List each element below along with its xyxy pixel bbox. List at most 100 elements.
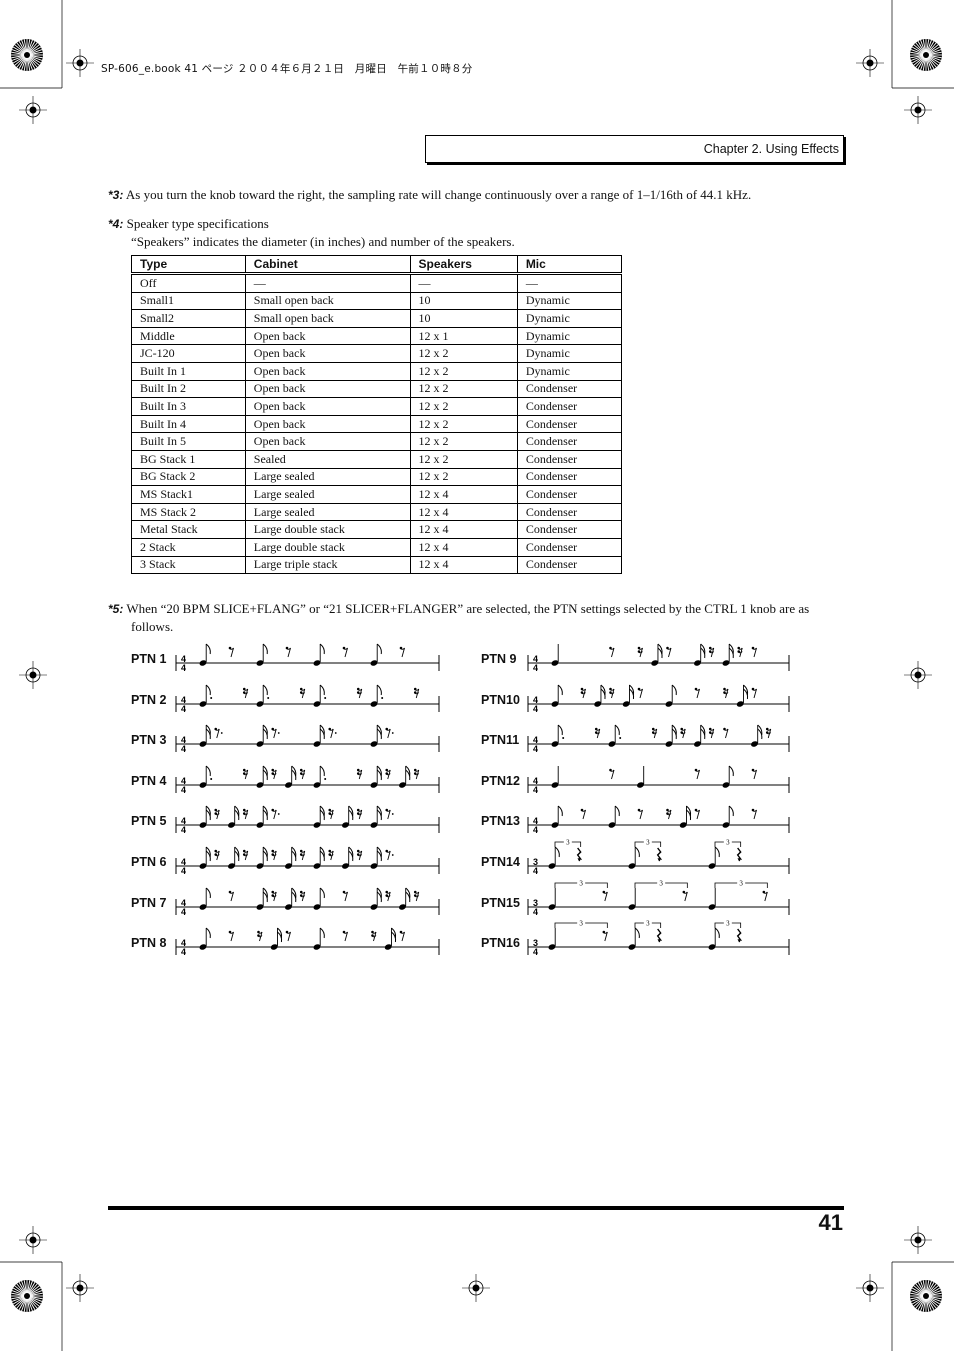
table-cell: Large double stack: [244, 538, 411, 557]
chapter-header: Chapter 2. Using Effects: [425, 135, 844, 163]
rest-mark: [751, 768, 757, 779]
footer-rule: [108, 1206, 844, 1210]
rest-mark: [594, 727, 601, 739]
rest-mark: [602, 890, 608, 901]
rest-mark: [271, 890, 277, 901]
rest-mark: [385, 849, 394, 861]
rest-mark: [737, 646, 743, 658]
registration-mark-icon: [19, 661, 47, 689]
footnote-text: Speaker type specifications: [126, 216, 269, 231]
table-row: 3 Stack Large triple stack 12 x 4 Condenser: [131, 556, 623, 575]
rest-mark: [299, 849, 306, 861]
registration-mark-icon: [66, 49, 94, 77]
note-flag: [714, 927, 720, 939]
note-mark: [548, 887, 556, 910]
ptn-label: PTN 3: [131, 733, 167, 748]
footnote-3: *3: As you turn the knob toward the righ…: [108, 186, 751, 204]
table-cell: Large sealed: [244, 503, 411, 522]
table-cell: 2 Stack: [131, 538, 246, 557]
rhythm-staff: 44: [175, 846, 440, 876]
dot: [277, 813, 280, 816]
rest-mark: [214, 727, 223, 739]
time-signature-bottom: 4: [181, 663, 186, 673]
table-cell: Condenser: [516, 380, 623, 399]
registration-mark-icon: [66, 1274, 94, 1302]
dot: [391, 854, 394, 856]
table-cell: 12 x 4: [409, 503, 518, 522]
ptn-label: PTN16: [481, 936, 520, 951]
quarter-rest: [656, 928, 663, 943]
rhythm-staff: 343 3 3: [527, 839, 790, 876]
rest-mark: [214, 849, 220, 861]
table-row: BG Stack 2 Large sealed 12 x 2 Condenser: [131, 468, 623, 487]
table-cell: Condenser: [516, 538, 623, 557]
note-flag: [671, 684, 677, 695]
rest-mark: [271, 727, 280, 739]
dot: [562, 737, 565, 740]
dot: [391, 813, 394, 816]
table-cell: BG Stack 2: [131, 468, 246, 487]
registration-mark-icon: [856, 49, 884, 77]
dot: [381, 696, 384, 699]
table-cell: Open back: [244, 432, 411, 451]
rest-mark: [257, 930, 263, 942]
time-signature-bottom: 4: [181, 866, 186, 876]
note-flag: [557, 724, 563, 736]
rest-mark: [682, 890, 688, 901]
rest-mark: [328, 849, 334, 861]
rest-mark: [723, 687, 729, 698]
table-cell: Condenser: [516, 468, 623, 487]
rest-mark: [371, 930, 377, 942]
rest-mark: [228, 930, 234, 942]
tuplet-number: 3: [646, 920, 650, 928]
rhythm-staff: 44: [175, 806, 440, 835]
rest-mark: [271, 768, 277, 779]
time-signature-bottom: 4: [181, 907, 186, 917]
ptn-label: PTN 6: [131, 855, 167, 869]
note-flag: [557, 684, 563, 695]
ptn-label: PTN12: [481, 773, 520, 788]
table-row: Built In 1 Open back 12 x 2 Dynamic: [131, 362, 623, 381]
rest-mark: [356, 768, 363, 779]
rest-mark: [385, 768, 391, 779]
table-cell: Built In 2: [131, 380, 246, 399]
column-header: Cabinet: [244, 255, 411, 275]
note-flag: [714, 846, 720, 858]
tuplet-number: 3: [579, 879, 583, 887]
tuplet-number: 3: [646, 839, 650, 847]
dot: [619, 737, 622, 740]
table-cell: MS Stack1: [131, 485, 246, 504]
table-row: Built In 2 Open back 12 x 2 Condenser: [131, 380, 623, 399]
rest-mark: [637, 809, 643, 820]
table-cell: Dynamic: [516, 362, 623, 381]
rest-mark: [356, 687, 363, 698]
table-cell: 12 x 2: [409, 397, 518, 416]
sunburst-target-icon: [910, 39, 942, 71]
rest-mark: [765, 727, 772, 739]
registration-mark-icon: [904, 96, 932, 124]
table-cell: Off: [131, 273, 246, 293]
rest-mark: [680, 727, 686, 739]
footnote-4: *4: Speaker type specifications: [108, 215, 269, 233]
footnote-text: As you turn the knob toward the right, t…: [125, 187, 752, 202]
rest-mark: [242, 687, 249, 698]
dot: [277, 732, 280, 735]
rest-mark: [666, 809, 672, 820]
rest-mark: [637, 687, 643, 698]
time-signature-bottom: 4: [533, 704, 538, 714]
ptn-label: PTN 2: [131, 692, 167, 707]
time-signature-bottom: 4: [533, 866, 538, 876]
speaker-type-table: Type Cabinet Speakers Mic Off — — — Small1 Small…: [131, 255, 623, 575]
table-cell: Small open back: [244, 309, 411, 328]
rest-mark: [399, 646, 405, 658]
note-mark: [628, 887, 636, 910]
table-cell: 12 x 1: [409, 327, 518, 346]
table-row: BG Stack 1 Sealed 12 x 2 Condenser: [131, 450, 623, 469]
note-mark: [637, 765, 645, 788]
table-row: Metal Stack Large double stack 12 x 4 Conde…: [131, 520, 623, 539]
rhythm-staff: 44: [175, 684, 440, 714]
rest-mark: [694, 687, 700, 698]
rest-mark: [242, 849, 249, 861]
note-flag: [376, 684, 382, 695]
rest-mark: [637, 646, 643, 658]
